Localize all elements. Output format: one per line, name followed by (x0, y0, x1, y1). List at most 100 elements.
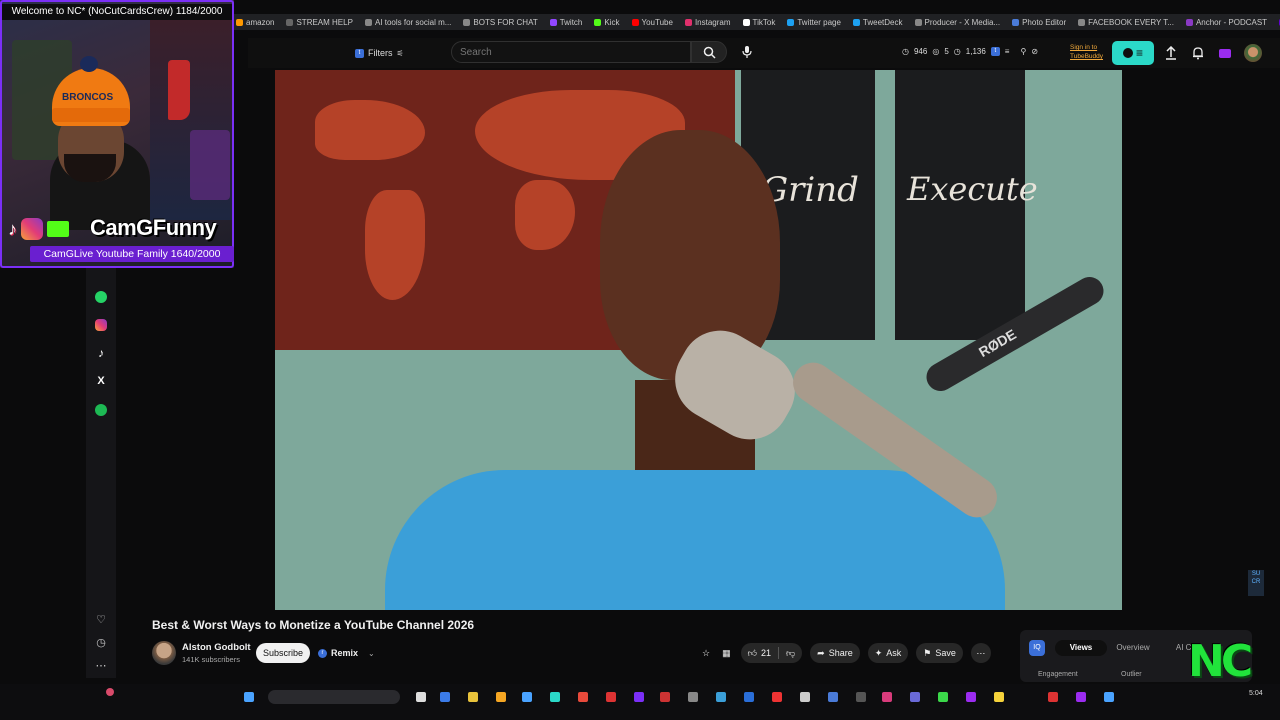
bookmarks-bar: amazon STREAM HELP AI tools for social m..… (234, 14, 1280, 30)
tubebuddy-signin-link[interactable]: Sign in to TubeBuddy (1070, 43, 1108, 61)
chrome-icon[interactable] (578, 692, 588, 702)
app-icon[interactable] (938, 692, 948, 702)
upload-button[interactable] (1163, 45, 1179, 61)
channel-avatar[interactable] (152, 641, 176, 665)
app-icon[interactable] (966, 692, 976, 702)
tab-views[interactable]: Views (1055, 640, 1107, 656)
search-icon (703, 46, 716, 59)
bookmark-label: Photo Editor (1022, 17, 1067, 27)
clock-icon: ◷ (96, 636, 106, 649)
bookmark-item[interactable]: YouTube (631, 18, 673, 27)
bookmark-item[interactable]: Kick (594, 17, 620, 27)
signin-line1: Sign in to (1070, 44, 1098, 51)
bookmark-icon (684, 18, 692, 26)
more-button[interactable]: ⋯ (93, 657, 109, 673)
app-icon[interactable] (994, 692, 1004, 702)
task-view-icon[interactable] (416, 692, 426, 702)
remix-icon: r (318, 648, 327, 658)
upload-icon (1166, 46, 1176, 60)
bookmark-item[interactable]: amazon (236, 18, 274, 27)
bookmark-item[interactable]: AI tools for social m... (364, 18, 451, 27)
tubebuddy-stats: ◷ 946 ◎ 5 ◷ 1,136 t ≡ ⚲ ⊘ (902, 47, 1038, 56)
app-icon[interactable] (606, 692, 616, 702)
tab-overview[interactable]: Overview (1107, 640, 1159, 656)
notifications-button[interactable] (1190, 45, 1206, 61)
bookmark-item[interactable]: Twitter page (787, 18, 841, 27)
bookmark-icon (787, 18, 795, 26)
share-button[interactable]: ➦ Share (810, 643, 860, 663)
app-icon[interactable] (856, 692, 866, 702)
bookmark-item[interactable]: Photo Editor (1012, 18, 1066, 27)
folder-icon[interactable] (468, 692, 478, 702)
save-label: Save (935, 648, 956, 658)
bookmark-item[interactable]: TweetDeck (852, 18, 903, 27)
grid-button[interactable]: ▦ (720, 643, 733, 663)
likes-count: 5 (944, 47, 949, 56)
app-icon[interactable] (440, 692, 450, 702)
app-icon[interactable] (716, 692, 726, 702)
voice-search-button[interactable] (737, 42, 757, 62)
app-icon[interactable] (744, 692, 754, 702)
save-button[interactable]: ⚑ Save (916, 643, 963, 663)
search-button[interactable] (691, 41, 727, 63)
more-actions-button[interactable]: ⋯ (970, 643, 991, 663)
bookmark-item[interactable]: BOTS FOR CHAT (463, 18, 538, 27)
remix-button[interactable]: r Remix ⌄ (318, 643, 375, 663)
x-button[interactable]: X (93, 373, 109, 389)
spotify-button[interactable] (93, 402, 109, 418)
widget-icon[interactable] (106, 688, 114, 696)
bookmark-label: Twitter page (797, 17, 841, 27)
bookmark-icon (852, 18, 860, 26)
app-icon[interactable] (688, 692, 698, 702)
filters-button[interactable]: t Filters ⚟ (355, 45, 404, 61)
video-actions: ☆ ▦ 👍︎ 21 👎︎ ➦ Share ✦ Ask ⚑ Save ⋯ (700, 643, 991, 663)
thumbs-up-icon: 👍︎ (747, 647, 757, 658)
history-button[interactable]: ◷ (93, 634, 109, 650)
ask-button[interactable]: ✦ Ask (867, 643, 909, 663)
grid-icon: ▦ (722, 647, 731, 658)
star-button[interactable]: ☆ (700, 643, 712, 663)
bookmark-item[interactable]: FACEBOOK EVERY T... (1078, 18, 1174, 27)
bookmark-item[interactable]: Instagram (684, 18, 731, 27)
start-icon[interactable] (244, 692, 254, 702)
settings-icon: ⚲ (1020, 47, 1027, 56)
presenter-shirt (385, 470, 1005, 610)
app-icon[interactable] (1076, 692, 1086, 702)
subscribe-button[interactable]: Subscribe (256, 643, 310, 663)
app-icon[interactable] (660, 692, 670, 702)
bookmark-icon (364, 18, 372, 26)
app-icon[interactable] (496, 692, 506, 702)
taskbar-search[interactable] (268, 690, 400, 704)
channel-name[interactable]: Alston Godbolt (182, 642, 251, 653)
app-icon[interactable] (1048, 692, 1058, 702)
heart-icon: ♡ (96, 613, 106, 626)
search-input[interactable] (451, 41, 691, 63)
bookmark-item[interactable]: TikTok (742, 18, 775, 27)
app-icon[interactable] (800, 692, 810, 702)
account-avatar[interactable] (1244, 44, 1262, 62)
like-button[interactable]: 👍︎ 21 👎︎ (740, 643, 803, 663)
instagram-button[interactable] (93, 317, 109, 333)
bookmark-item[interactable]: Twitch (549, 18, 582, 27)
subscriber-goal-bar: CamGLive Youtube Family 1640/2000 (30, 246, 234, 262)
extension-button[interactable] (1217, 45, 1233, 61)
app-icon[interactable] (1104, 692, 1114, 702)
video-player[interactable]: Grind Execute RØDE (275, 70, 1122, 610)
bookmark-label: Kick (604, 17, 620, 27)
app-icon[interactable] (828, 692, 838, 702)
bookmark-item[interactable]: Anchor - PODCAST (1185, 18, 1267, 27)
kick-icon (47, 221, 69, 237)
whatsapp-icon (95, 291, 107, 303)
edge-icon[interactable] (550, 692, 560, 702)
bookmark-item[interactable]: Producer - X Media... (914, 18, 1000, 27)
app-icon[interactable] (772, 692, 782, 702)
app-icon[interactable] (910, 692, 920, 702)
tubebuddy-menu-button[interactable]: ≡ (1112, 41, 1154, 65)
favorites-button[interactable]: ♡ (93, 611, 109, 627)
app-icon[interactable] (634, 692, 644, 702)
whatsapp-button[interactable] (93, 289, 109, 305)
app-icon[interactable] (882, 692, 892, 702)
bookmark-item[interactable]: STREAM HELP (286, 18, 353, 27)
tiktok-button[interactable]: ♪ (93, 345, 109, 361)
app-icon[interactable] (522, 692, 532, 702)
